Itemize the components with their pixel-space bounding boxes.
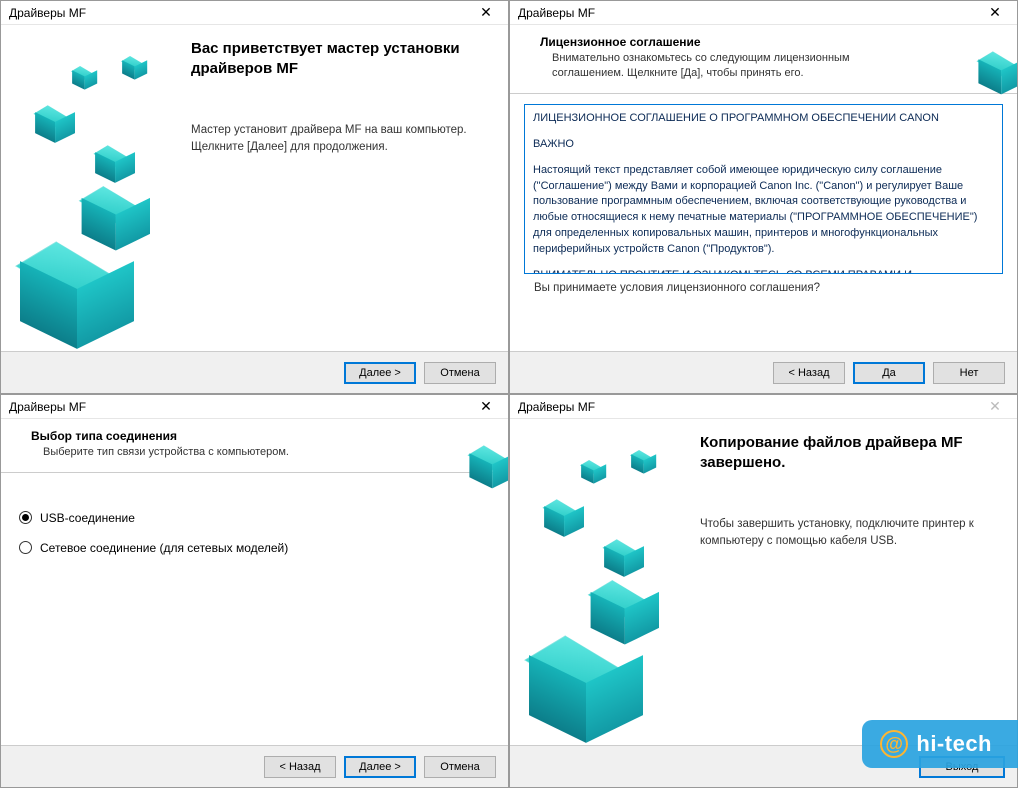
close-icon[interactable]: ✕ — [979, 3, 1011, 23]
window-title: Драйверы MF — [518, 6, 595, 20]
window-title: Драйверы MF — [9, 400, 86, 414]
connection-radio-group: USB-соединение Сетевое соединение (для с… — [1, 473, 306, 745]
button-bar: < Назад Да Нет — [510, 351, 1017, 393]
yes-button[interactable]: Да — [853, 362, 925, 384]
back-button[interactable]: < Назад — [264, 756, 336, 778]
radio-network-label: Сетевое соединение (для сетевых моделей) — [40, 541, 288, 555]
radio-network[interactable]: Сетевое соединение (для сетевых моделей) — [19, 541, 288, 555]
watermark-badge: @ hi-tech — [862, 720, 1018, 768]
wizard-artwork — [1, 25, 181, 351]
welcome-dialog: Драйверы MF ✕ Вас приветствует мастер ус… — [0, 0, 509, 394]
radio-usb-label: USB-соединение — [40, 511, 135, 525]
watermark-text: hi-tech — [916, 731, 992, 757]
section-desc: Внимательно ознакомьтесь со следующим ли… — [534, 49, 914, 81]
cube-icon — [454, 425, 494, 465]
license-body: Настоящий текст представляет собой имеющ… — [533, 163, 994, 259]
license-textarea[interactable]: ЛИЦЕНЗИОННОЕ СОГЛАШЕНИЕ О ПРОГРАММНОМ ОБ… — [524, 104, 1003, 274]
next-button[interactable]: Далее > — [344, 362, 416, 384]
close-icon[interactable]: ✕ — [470, 3, 502, 23]
titlebar: Драйверы MF ✕ — [510, 395, 1017, 419]
cancel-button[interactable]: Отмена — [424, 756, 496, 778]
complete-desc: Чтобы завершить установку, подключите пр… — [700, 516, 997, 551]
titlebar: Драйверы MF ✕ — [1, 1, 508, 25]
radio-usb[interactable]: USB-соединение — [19, 511, 288, 525]
back-button[interactable]: < Назад — [773, 362, 845, 384]
section-header: Лицензионное соглашение Внимательно озна… — [510, 25, 1017, 94]
button-bar: < Назад Далее > Отмена — [1, 745, 508, 787]
at-icon: @ — [880, 730, 908, 758]
close-icon: ✕ — [979, 397, 1011, 417]
license-read: ВНИМАТЕЛЬНО ПРОЧТИТЕ И ОЗНАКОМЬТЕСЬ СО В… — [533, 268, 994, 274]
license-dialog: Драйверы MF ✕ Лицензионное соглашение Вн… — [509, 0, 1018, 394]
welcome-desc-2: Щелкните [Далее] для продолжения. — [191, 139, 488, 156]
radio-icon[interactable] — [19, 511, 32, 524]
connection-dialog: Драйверы MF ✕ Выбор типа соединения Выбе… — [0, 394, 509, 788]
license-heading: ЛИЦЕНЗИОННОЕ СОГЛАШЕНИЕ О ПРОГРАММНОМ ОБ… — [533, 111, 994, 127]
titlebar: Драйверы MF ✕ — [1, 395, 508, 419]
accept-question: Вы принимаете условия лицензионного согл… — [510, 278, 1017, 304]
cube-icon — [963, 31, 1003, 71]
section-header: Выбор типа соединения Выберите тип связи… — [1, 419, 508, 473]
wizard-artwork — [510, 419, 690, 745]
radio-icon[interactable] — [19, 541, 32, 554]
close-icon[interactable]: ✕ — [470, 397, 502, 417]
welcome-desc-1: Мастер установит драйвера MF на ваш комп… — [191, 122, 488, 139]
next-button[interactable]: Далее > — [344, 756, 416, 778]
license-important: ВАЖНО — [533, 137, 994, 153]
titlebar: Драйверы MF ✕ — [510, 1, 1017, 25]
section-title: Лицензионное соглашение — [534, 35, 1001, 49]
complete-title: Копирование файлов драйвера MF завершено… — [700, 433, 997, 474]
cancel-button[interactable]: Отмена — [424, 362, 496, 384]
section-title: Выбор типа соединения — [25, 429, 492, 443]
window-title: Драйверы MF — [9, 6, 86, 20]
window-title: Драйверы MF — [518, 400, 595, 414]
section-desc: Выберите тип связи устройства с компьюте… — [25, 443, 405, 460]
button-bar: Далее > Отмена — [1, 351, 508, 393]
welcome-title: Вас приветствует мастер установки драйве… — [191, 39, 488, 80]
no-button[interactable]: Нет — [933, 362, 1005, 384]
